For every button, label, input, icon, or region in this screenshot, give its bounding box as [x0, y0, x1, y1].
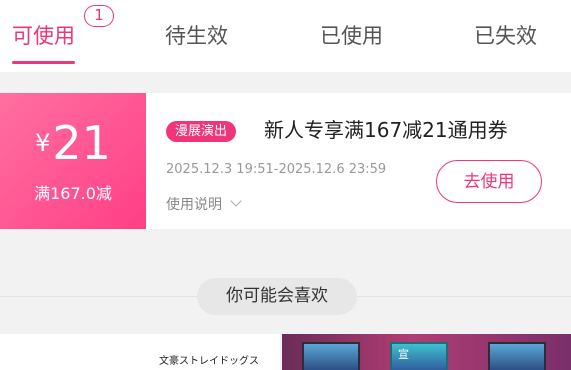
tab-pending[interactable]: 待生效	[165, 22, 228, 50]
use-coupon-button[interactable]: 去使用	[436, 160, 542, 203]
coupon-tab-bar: 可使用 1 待生效 已使用 已失效	[0, 0, 571, 72]
tab-used[interactable]: 已使用	[320, 22, 383, 50]
coupon-validity-period: 2025.12.3 19:51-2025.12.6 23:59	[166, 162, 387, 177]
product-card-left[interactable]: 文豪ストレイドッグス	[0, 334, 280, 370]
coupon-title: 新人专享满167减21通用券	[264, 118, 508, 142]
product-card-right[interactable]: 宣	[282, 334, 571, 370]
coupon-threshold: 满167.0减	[34, 184, 112, 203]
coupon-amount: ¥21	[0, 117, 146, 169]
poster-image	[488, 342, 546, 370]
poster-image: 宣	[390, 342, 448, 370]
recommend-section-title: 你可能会喜欢	[197, 278, 357, 315]
coupon-amount-value: 21	[52, 116, 111, 170]
coupon-value-panel: ¥21 满167.0减	[0, 93, 146, 229]
tab-expired[interactable]: 已失效	[474, 22, 537, 50]
usage-rules-label: 使用说明	[166, 197, 222, 213]
coupon-category-badge: 漫展演出	[166, 121, 237, 142]
active-tab-indicator	[12, 61, 75, 64]
chevron-down-icon	[230, 195, 242, 207]
usage-rules-toggle[interactable]: 使用说明	[166, 194, 242, 216]
product-left-caption: 文豪ストレイドッグス	[159, 356, 259, 367]
tab-available-count-badge: 1	[84, 5, 114, 27]
poster-image	[302, 342, 360, 370]
tab-available[interactable]: 可使用	[12, 22, 75, 50]
poster-text: 宣	[398, 348, 409, 361]
currency-symbol: ¥	[35, 129, 51, 157]
